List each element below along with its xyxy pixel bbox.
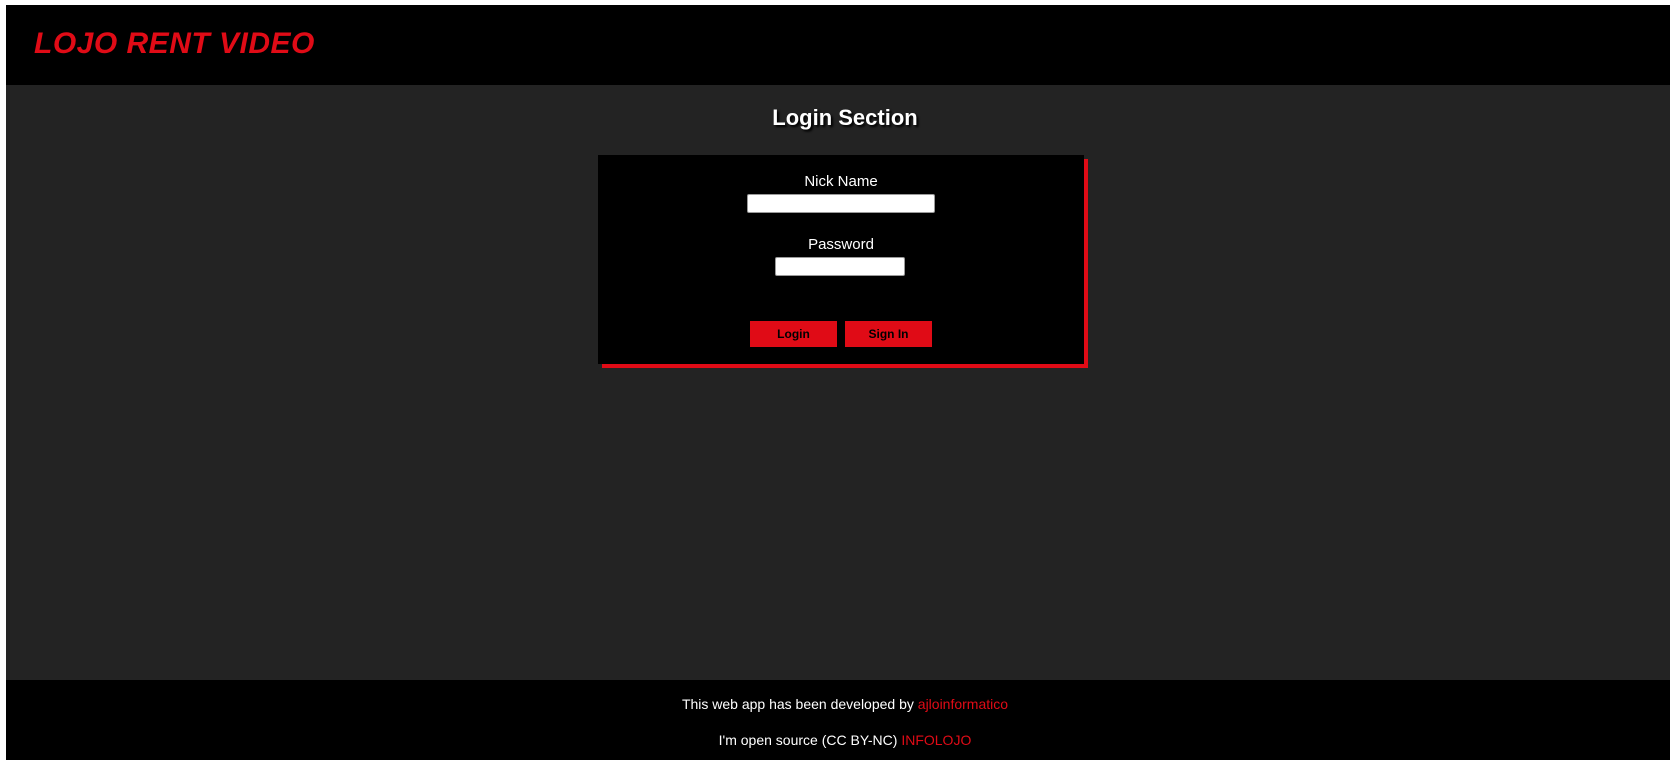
- infolojo-link[interactable]: INFOLOJO: [901, 732, 971, 748]
- footer-license: I'm open source (CC BY-NC) INFOLOJO: [6, 732, 1670, 748]
- page-title: Login Section: [772, 105, 918, 130]
- developer-link[interactable]: ajloinformatico: [918, 696, 1008, 712]
- footer-credit-text: This web app has been developed by: [681, 696, 914, 712]
- footer-license-text: I'm open source (CC BY-NC): [718, 732, 898, 748]
- sign-in-button[interactable]: Sign In: [845, 321, 932, 347]
- footer-credit: This web app has been developed by ajloi…: [6, 696, 1670, 712]
- page: LOJO RENT VIDEO Login Section Nick Name …: [6, 5, 1670, 760]
- login-form: Nick Name Password Login Sign In: [598, 155, 1084, 364]
- footer: This web app has been developed by ajloi…: [6, 680, 1670, 760]
- nickname-label: Nick Name: [804, 173, 878, 190]
- header-bar: LOJO RENT VIDEO: [6, 5, 1670, 85]
- password-field[interactable]: [775, 257, 905, 276]
- password-label: Password: [808, 236, 874, 253]
- nickname-field[interactable]: [747, 194, 935, 213]
- login-button[interactable]: Login: [750, 321, 837, 347]
- brand-logo[interactable]: LOJO RENT VIDEO: [34, 27, 315, 61]
